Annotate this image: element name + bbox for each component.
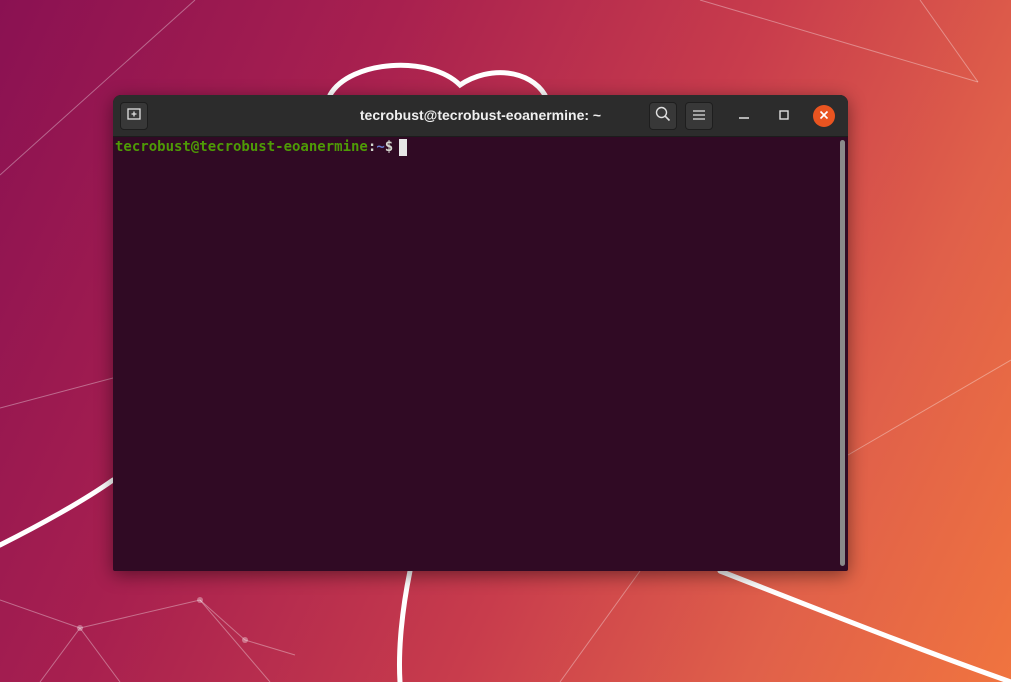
prompt-symbol: $ <box>384 139 394 155</box>
scrollbar[interactable] <box>840 140 845 566</box>
search-button[interactable] <box>649 102 677 130</box>
new-tab-icon <box>127 107 141 126</box>
title-bar[interactable]: tecrobust@tecrobust-eoanermine: ~ <box>113 95 848 137</box>
close-button[interactable] <box>813 105 835 127</box>
prompt-path: ~ <box>376 139 385 155</box>
maximize-button[interactable] <box>773 105 795 127</box>
terminal-output[interactable]: tecrobust@tecrobust-eoanermine:~$ <box>113 137 835 571</box>
maximize-icon <box>779 107 789 125</box>
new-tab-button[interactable] <box>120 102 148 130</box>
minimize-icon <box>739 107 749 125</box>
prompt-line: tecrobust@tecrobust-eoanermine:~$ <box>115 139 833 156</box>
menu-button[interactable] <box>685 102 713 130</box>
text-cursor <box>399 139 408 156</box>
prompt-user-host: tecrobust@tecrobust-eoanermine <box>115 139 368 155</box>
minimize-button[interactable] <box>733 105 755 127</box>
hamburger-menu-icon <box>693 107 705 125</box>
close-icon <box>819 107 829 125</box>
search-icon <box>655 106 671 127</box>
terminal-window: tecrobust@tecrobust-eoanermine: ~ tecrob… <box>113 95 848 571</box>
